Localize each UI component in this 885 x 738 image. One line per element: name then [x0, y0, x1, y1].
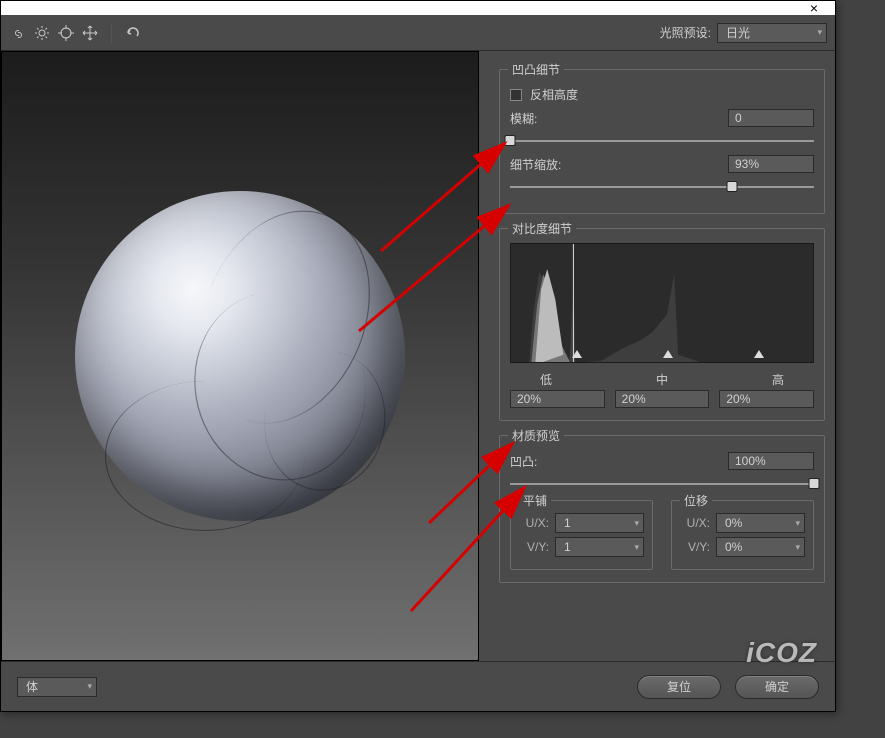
chevron-down-icon: ▾: [795, 542, 800, 553]
contrast-detail-group: 对比度细节 低 中 高: [499, 228, 825, 421]
tile-vy-label: V/Y:: [519, 540, 549, 554]
offset-ux-label: U/X:: [680, 516, 710, 530]
offset-ux-dropdown[interactable]: 0%▾: [716, 513, 805, 533]
chevron-down-icon: ▾: [817, 27, 822, 38]
preview-viewport[interactable]: [1, 51, 479, 661]
dialog-footer: 体▾ 复位 确定: [1, 661, 835, 711]
contrast-high-label: 高: [772, 371, 784, 388]
contrast-mid-label: 中: [656, 371, 668, 388]
toolbar: 光照预设: 日光 ▾: [1, 15, 835, 51]
detail-scale-slider[interactable]: [510, 179, 814, 195]
dialog-window: × 光照预设: 日光 ▾: [0, 0, 836, 712]
chevron-down-icon: ▾: [634, 542, 639, 553]
contrast-high-input[interactable]: 20%: [719, 390, 814, 408]
material-preview-title: 材质预览: [508, 427, 564, 444]
chevron-down-icon: ▾: [87, 681, 92, 692]
target-icon[interactable]: [57, 24, 75, 42]
detail-scale-label: 细节缩放:: [510, 156, 561, 173]
chevron-down-icon: ▾: [634, 518, 639, 529]
material-bump-slider-thumb[interactable]: [809, 478, 820, 489]
lighting-preset-dropdown[interactable]: 日光 ▾: [717, 23, 827, 43]
tile-title: 平铺: [519, 492, 551, 509]
bump-detail-title: 凹凸细节: [508, 61, 564, 78]
blur-slider-thumb[interactable]: [505, 135, 516, 146]
sun-icon[interactable]: [33, 24, 51, 42]
contrast-marker-mid[interactable]: [663, 350, 673, 358]
tile-subgroup: 平铺 U/X: 1▾ V/Y: 1▾: [510, 500, 653, 570]
close-button[interactable]: ×: [793, 1, 835, 15]
preview-sphere: [75, 191, 405, 521]
move-icon[interactable]: [81, 24, 99, 42]
offset-vy-label: V/Y:: [680, 540, 710, 554]
ok-button[interactable]: 确定: [735, 675, 819, 699]
preview-pane: [1, 51, 481, 661]
invert-height-checkbox[interactable]: [510, 89, 522, 101]
dialog-titlebar: ×: [1, 1, 835, 15]
undo-icon[interactable]: [124, 24, 142, 42]
offset-subgroup: 位移 U/X: 0%▾ V/Y: 0%▾: [671, 500, 814, 570]
lighting-preset-value: 日光: [726, 24, 750, 41]
tile-vy-dropdown[interactable]: 1▾: [555, 537, 644, 557]
offset-title: 位移: [680, 492, 712, 509]
contrast-histogram[interactable]: [510, 243, 814, 363]
tile-ux-dropdown[interactable]: 1▾: [555, 513, 644, 533]
footer-mode-dropdown[interactable]: 体▾: [17, 677, 97, 697]
detail-scale-input[interactable]: 93%: [728, 155, 814, 173]
contrast-detail-title: 对比度细节: [508, 220, 576, 237]
chevron-down-icon: ▾: [795, 518, 800, 529]
detail-scale-slider-thumb[interactable]: [726, 181, 737, 192]
blur-slider[interactable]: [510, 133, 814, 149]
contrast-low-label: 低: [540, 371, 552, 388]
lighting-preset-label: 光照预设:: [660, 24, 711, 41]
toolbar-separator: [111, 23, 112, 43]
tile-ux-label: U/X:: [519, 516, 549, 530]
bump-detail-group: 凹凸细节 反相高度 模糊: 0 细节缩放: 93%: [499, 69, 825, 214]
material-bump-label: 凹凸:: [510, 453, 537, 470]
contrast-marker-low[interactable]: [572, 350, 582, 358]
contrast-marker-high[interactable]: [754, 350, 764, 358]
link-icon[interactable]: [9, 24, 27, 42]
invert-height-label: 反相高度: [530, 86, 578, 103]
reset-button[interactable]: 复位: [637, 675, 721, 699]
material-preview-group: 材质预览 凹凸: 100% 平铺 U/X: 1▾: [499, 435, 825, 583]
material-bump-input[interactable]: 100%: [728, 452, 814, 470]
offset-vy-dropdown[interactable]: 0%▾: [716, 537, 805, 557]
contrast-mid-input[interactable]: 20%: [615, 390, 710, 408]
contrast-low-input[interactable]: 20%: [510, 390, 605, 408]
blur-input[interactable]: 0: [728, 109, 814, 127]
blur-label: 模糊:: [510, 110, 537, 127]
material-bump-slider[interactable]: [510, 476, 814, 492]
settings-panel: 凹凸细节 反相高度 模糊: 0 细节缩放: 93%: [481, 51, 835, 661]
